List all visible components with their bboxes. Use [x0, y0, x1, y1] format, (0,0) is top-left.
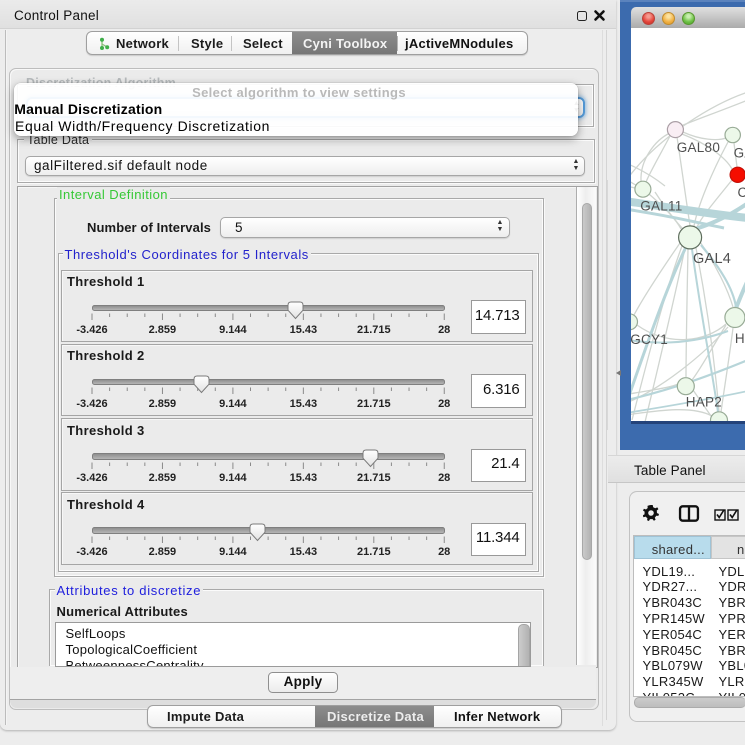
- svg-text:GA: GA: [734, 146, 745, 161]
- svg-text:GAL80: GAL80: [677, 140, 720, 155]
- svg-text:HAP2: HAP2: [686, 395, 722, 410]
- svg-text:H: H: [735, 331, 745, 346]
- svg-text:CY: CY: [738, 185, 745, 200]
- svg-text:GCY1: GCY1: [631, 332, 668, 347]
- svg-text:GAL4: GAL4: [693, 251, 731, 267]
- svg-text:GAL11: GAL11: [640, 199, 682, 214]
